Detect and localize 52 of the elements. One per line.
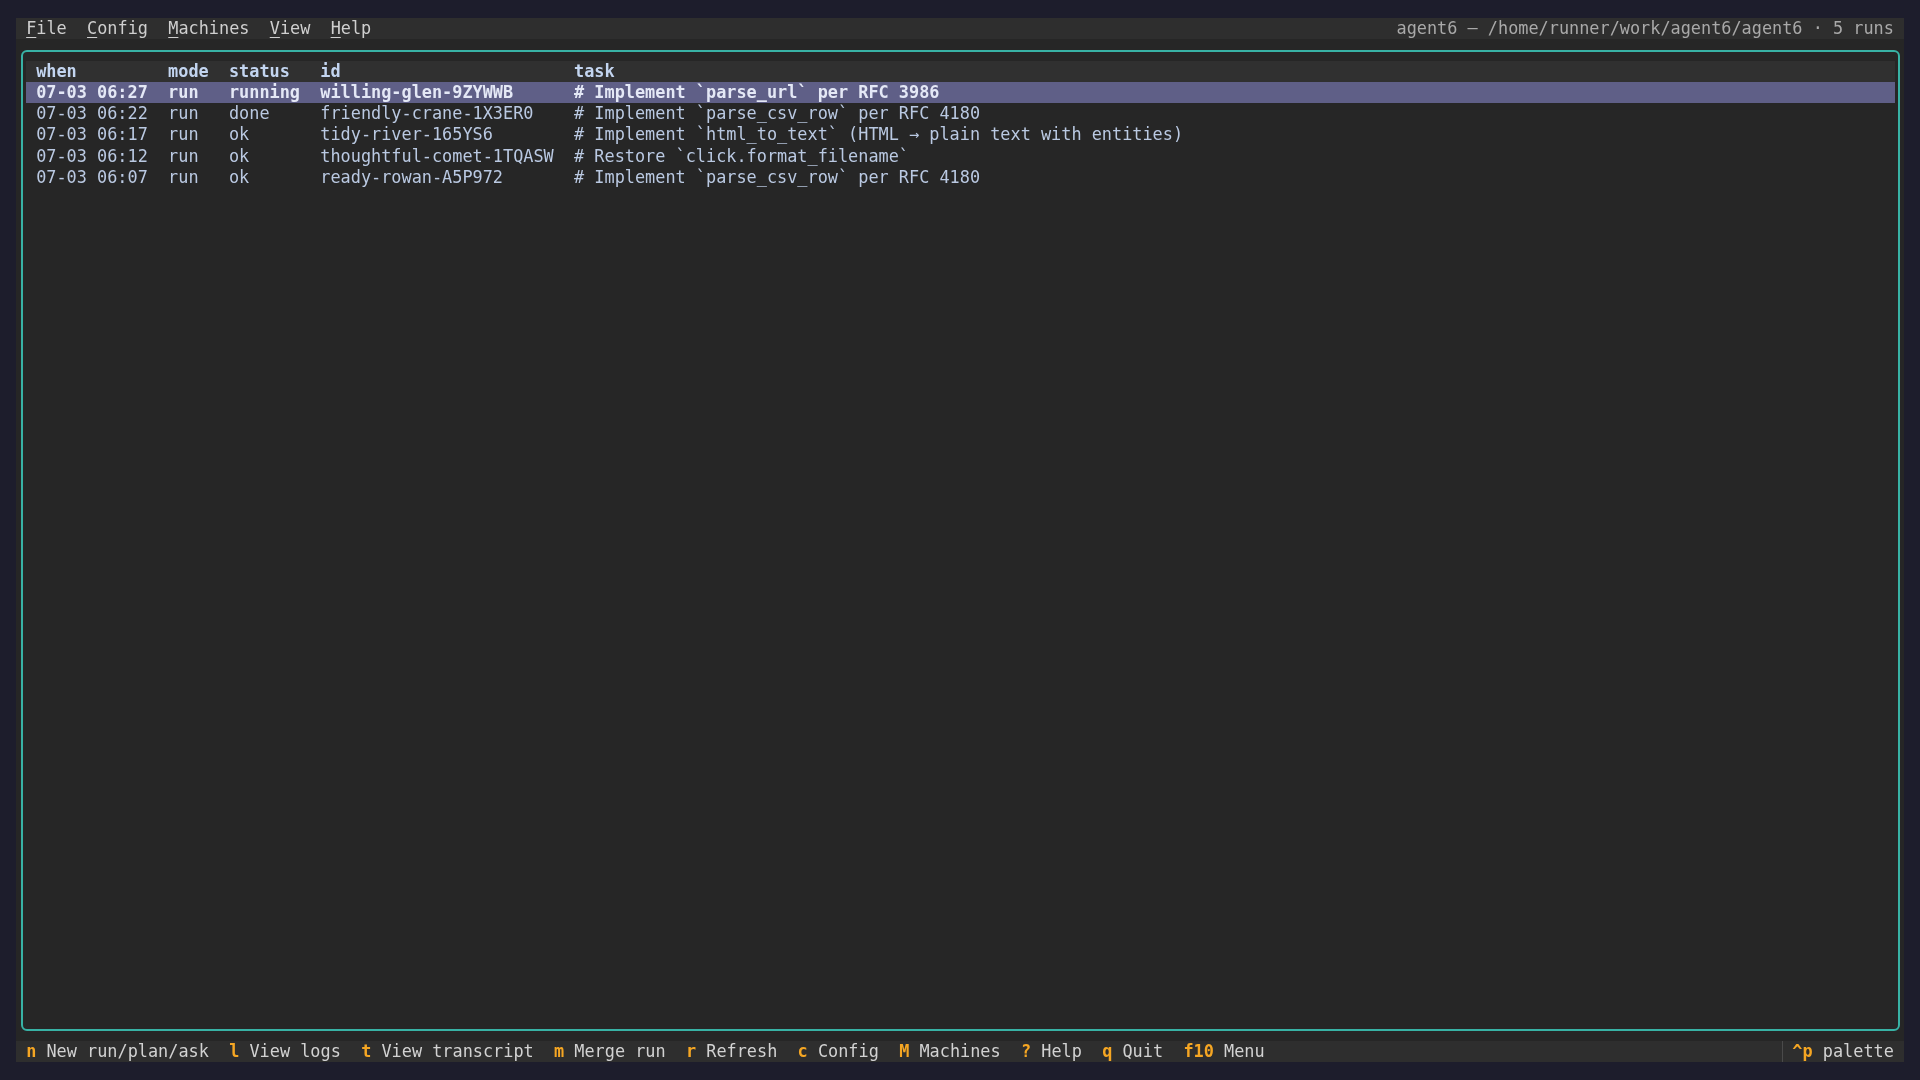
table-cell: # Implement `parse_url` per RFC 3986 bbox=[574, 81, 940, 104]
table-cell: ready-rowan-A5P972 bbox=[320, 167, 504, 189]
table-cell: # Restore `click.format_filename` bbox=[574, 145, 910, 168]
shortcut-button[interactable]: ? Help bbox=[1020, 1040, 1082, 1062]
shortcut-button[interactable]: l View logs bbox=[229, 1040, 341, 1062]
table-cell: run bbox=[168, 103, 199, 125]
table-cell: 07-03 06:22 bbox=[36, 103, 148, 125]
shortcut-button[interactable]: m Merge run bbox=[554, 1040, 666, 1062]
table-row[interactable]: 07-03 06:27 run running willing-glen-9ZYWWB # Implement `parse_url` per RFC 3986 bbox=[26, 81, 1895, 104]
table-cell: thoughtful-comet-1TQASW bbox=[320, 145, 554, 168]
table-cell: done bbox=[228, 103, 270, 125]
table-cell: run bbox=[168, 167, 199, 189]
table-cell: 07-03 06:12 bbox=[36, 145, 148, 168]
menu-item[interactable]: Help bbox=[320, 18, 382, 40]
shortcut-button[interactable]: t View transcript bbox=[361, 1040, 534, 1062]
table-cell: friendly-crane-1X3ER0 bbox=[320, 103, 534, 125]
table-cell: # Implement `parse_csv_row` per RFC 4180 bbox=[574, 103, 981, 125]
column-header: status bbox=[228, 60, 290, 82]
shortcut-button[interactable]: r Refresh bbox=[685, 1040, 778, 1062]
column-header: mode bbox=[168, 60, 209, 82]
table-cell: running bbox=[228, 81, 301, 104]
shortcut-button[interactable]: f10 Menu bbox=[1183, 1040, 1265, 1062]
table-cell: willing-glen-9ZYWWB bbox=[320, 81, 514, 104]
column-header: when bbox=[36, 60, 77, 82]
column-header: task bbox=[574, 60, 615, 82]
window-title: agent6 — /home/runner/work/agent6/agent6 · 5 runs bbox=[1396, 18, 1895, 40]
table-cell: ok bbox=[228, 145, 250, 168]
table-cell: 07-03 06:27 bbox=[36, 81, 148, 104]
table-cell: 07-03 06:07 bbox=[36, 167, 148, 189]
menu-item[interactable]: Machines bbox=[158, 18, 260, 40]
table-row[interactable]: 07-03 06:12 run ok thoughtful-comet-1TQASW # Restore `click.format_filename` bbox=[26, 145, 1895, 168]
table-cell: run bbox=[168, 145, 199, 168]
table-cell: tidy-river-165YS6 bbox=[320, 124, 493, 146]
column-header: id bbox=[320, 60, 341, 82]
table-cell: run bbox=[168, 81, 199, 104]
table-cell: # Implement `parse_csv_row` per RFC 4180 bbox=[574, 167, 981, 189]
table-row[interactable]: 07-03 06:07 run ok ready-rowan-A5P972 # Implement `parse_csv_row` per RFC 4180 bbox=[26, 167, 1895, 189]
table-row[interactable]: 07-03 06:17 run ok tidy-river-165YS6 # Implement `html_to_text` (HTML → plain text with entities) bbox=[26, 124, 1895, 146]
menu-item[interactable]: Config bbox=[76, 18, 159, 40]
shortcut-button[interactable]: n New run/plan/ask bbox=[26, 1040, 209, 1062]
shortcut-button[interactable]: M Machines bbox=[899, 1040, 1001, 1062]
table-cell: ok bbox=[228, 167, 250, 189]
table-cell: run bbox=[168, 124, 199, 146]
menu-item[interactable]: View bbox=[259, 18, 321, 40]
table-cell: ok bbox=[228, 124, 250, 146]
table-cell: # Implement `html_to_text` (HTML → plain text with entities) bbox=[574, 124, 1184, 146]
palette-button[interactable]: ^p palette bbox=[1782, 1040, 1904, 1062]
table-cell: 07-03 06:17 bbox=[36, 124, 148, 146]
menu-item[interactable]: File bbox=[16, 18, 77, 40]
table-row[interactable]: 07-03 06:22 run done friendly-crane-1X3ER0 # Implement `parse_csv_row` per RFC 4180 bbox=[26, 103, 1895, 125]
shortcut-button[interactable]: q Quit bbox=[1102, 1040, 1164, 1062]
shortcut-button[interactable]: c Config bbox=[797, 1040, 879, 1062]
